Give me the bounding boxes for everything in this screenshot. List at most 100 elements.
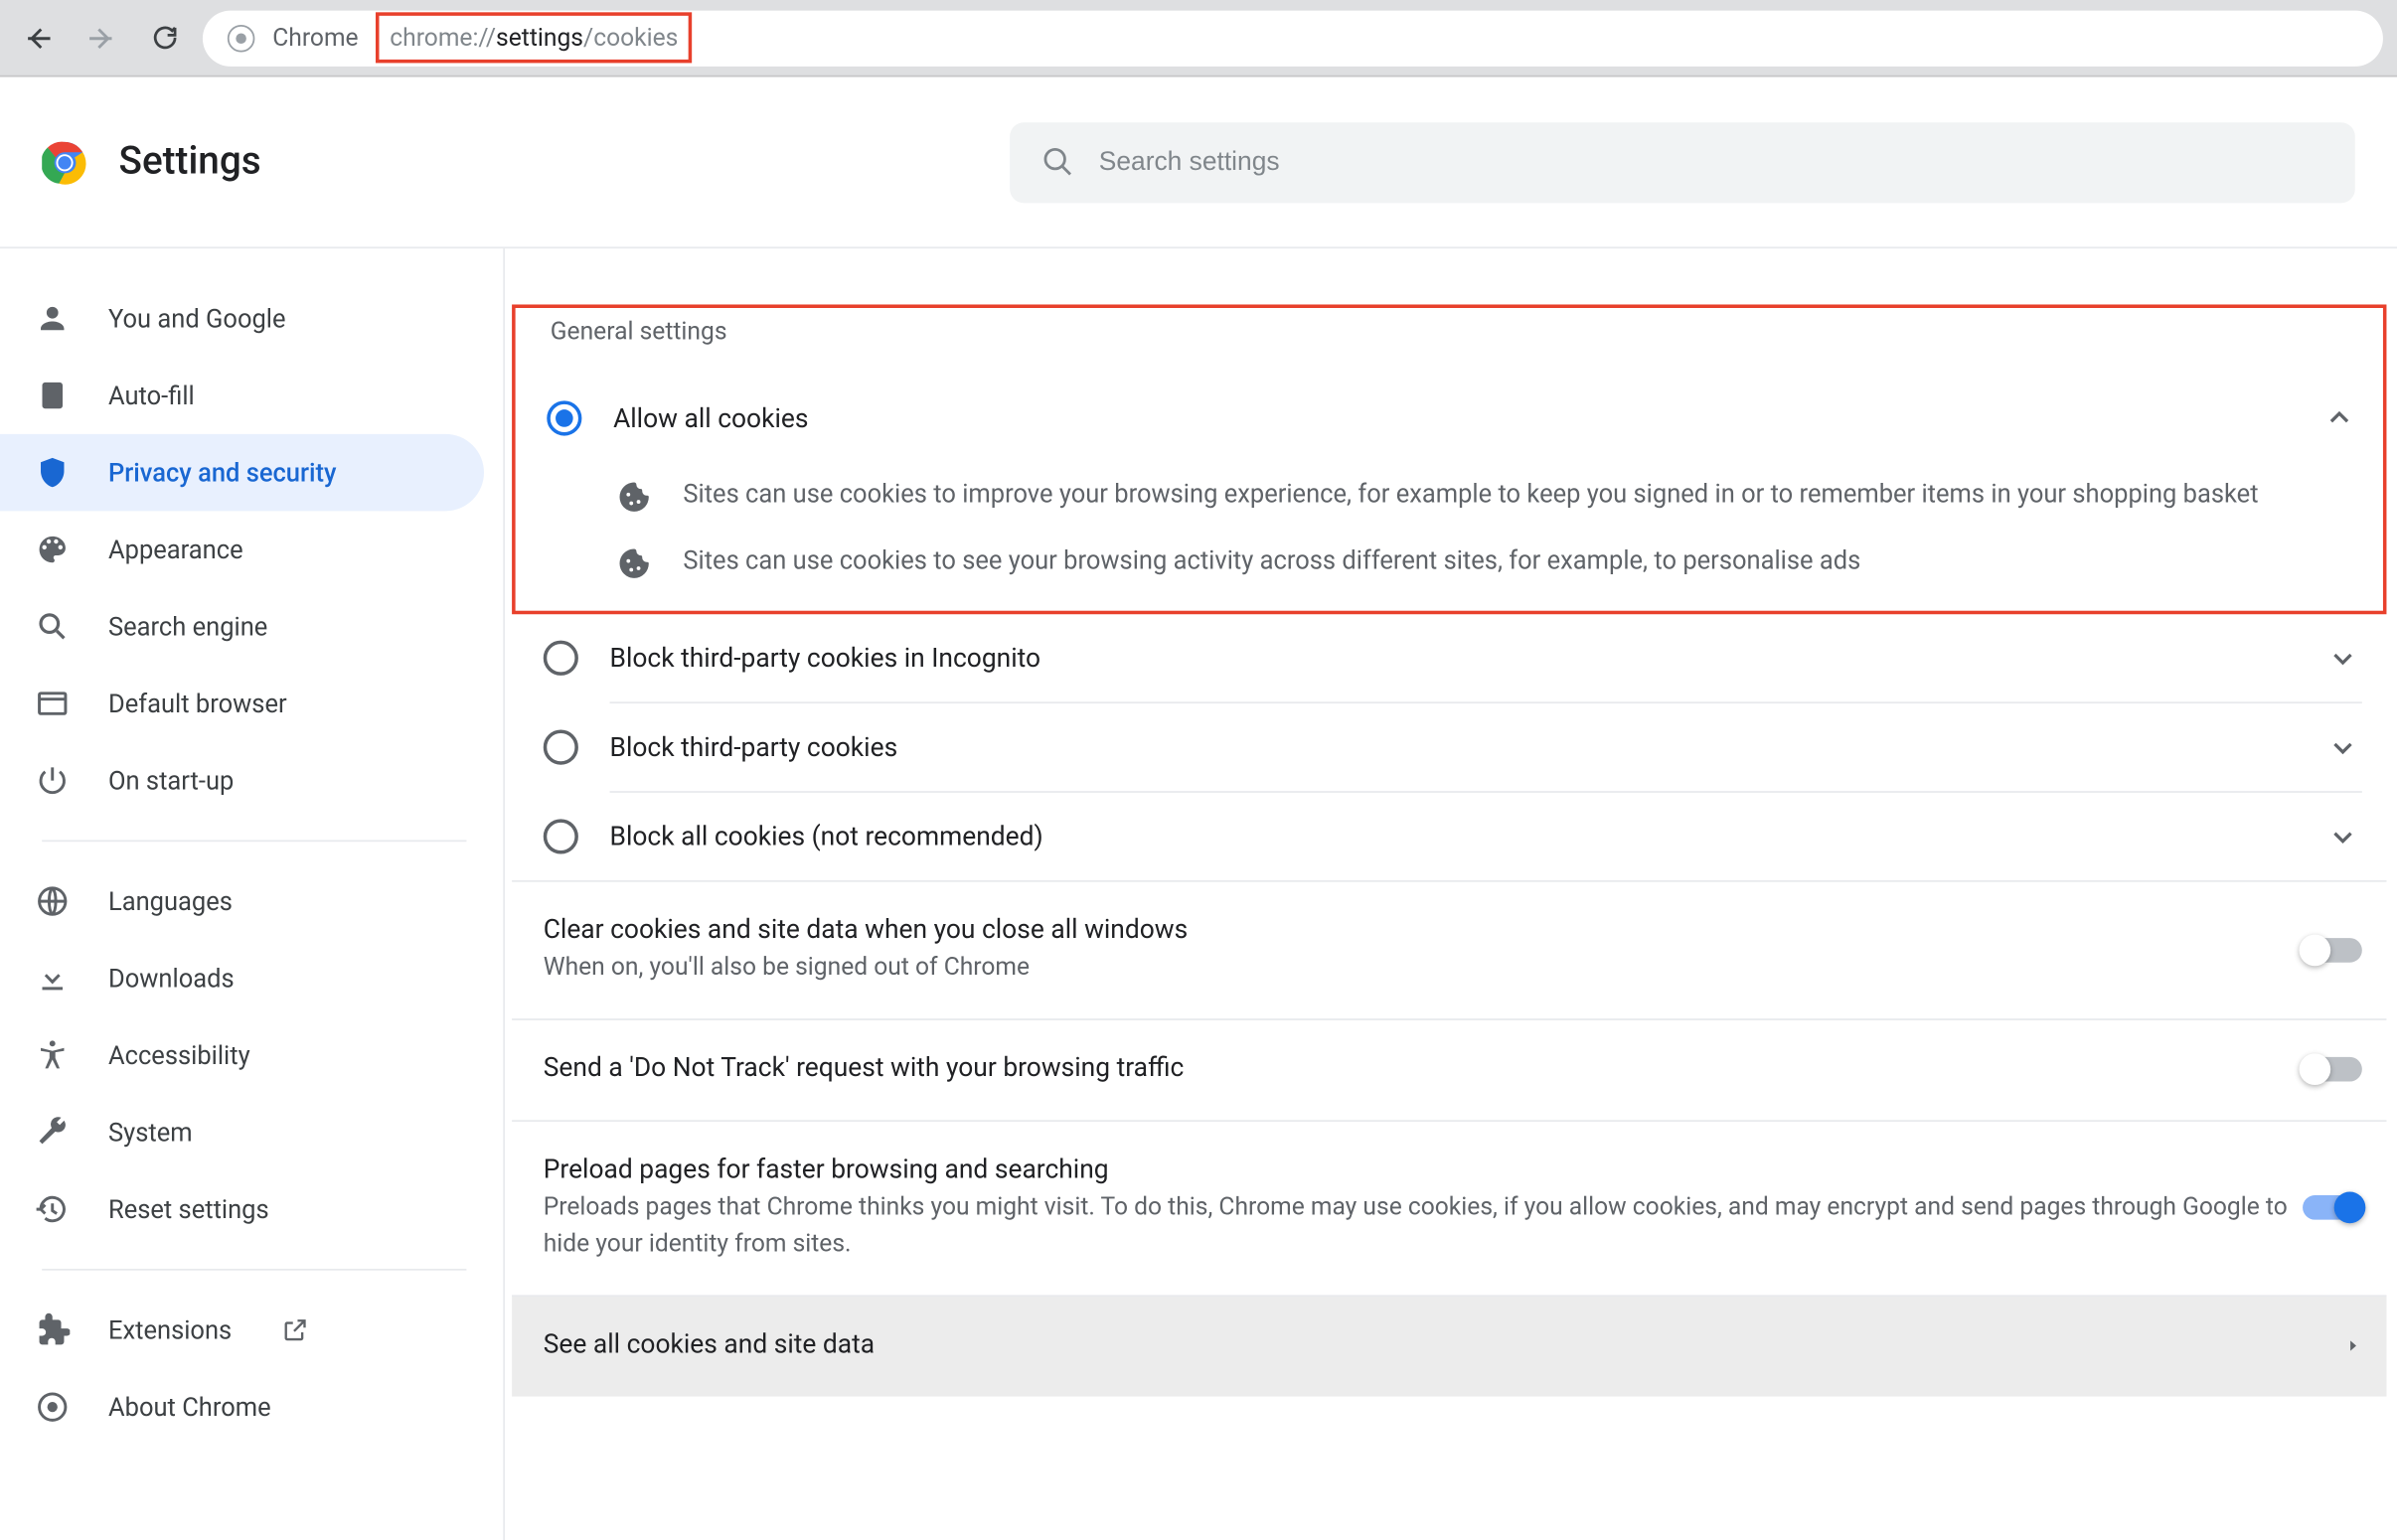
page-header: Settings — [0, 77, 2397, 249]
sidebar-item-label: Auto-fill — [108, 381, 195, 410]
toggle-sub: When on, you'll also be signed out of Ch… — [544, 950, 2303, 987]
option-block-3p-incognito[interactable]: Block third-party cookies in Incognito — [512, 614, 2386, 701]
switch-off[interactable] — [2303, 1058, 2362, 1083]
sidebar-item-privacy-security[interactable]: Privacy and security — [0, 434, 484, 512]
search-settings[interactable] — [1010, 121, 2355, 202]
toggle-clear-on-close[interactable]: Clear cookies and site data when you clo… — [512, 880, 2386, 1018]
option-block-all[interactable]: Block all cookies (not recommended) — [512, 793, 2386, 880]
search-input[interactable] — [1099, 147, 2323, 177]
toggle-do-not-track[interactable]: Send a 'Do Not Track' request with your … — [512, 1018, 2386, 1120]
option-allow-all-cookies[interactable]: Allow all cookies — [516, 375, 2383, 462]
toggle-preload[interactable]: Preload pages for faster browsing and se… — [512, 1120, 2386, 1295]
sidebar-item-default-browser[interactable]: Default browser — [0, 665, 484, 742]
wrench-icon — [35, 1115, 70, 1150]
shield-icon — [35, 455, 70, 490]
sidebar-item-label: Extensions — [108, 1315, 232, 1345]
option-label: Block third-party cookies — [610, 731, 2324, 763]
forward-button[interactable] — [77, 13, 125, 62]
toggle-sub: Preloads pages that Chrome thinks you mi… — [544, 1190, 2303, 1264]
sidebar-item-label: Privacy and security — [108, 458, 336, 488]
address-url: chrome://settings/cookies — [390, 25, 678, 53]
extension-icon — [35, 1312, 70, 1347]
section-heading: General settings — [551, 308, 2383, 347]
chrome-logo-icon — [42, 139, 87, 185]
radio[interactable] — [544, 819, 578, 853]
chrome-icon — [228, 24, 255, 52]
sidebar-item-downloads[interactable]: Downloads — [0, 940, 484, 1017]
chrome-icon — [35, 1390, 70, 1425]
toggle-title: Clear cookies and site data when you clo… — [544, 913, 2303, 945]
radio[interactable] — [544, 641, 578, 676]
sidebar-item-languages[interactable]: Languages — [0, 862, 484, 940]
link-see-all-cookies[interactable]: See all cookies and site data — [512, 1295, 2386, 1396]
sidebar-item-label: On start-up — [108, 766, 234, 796]
sidebar-item-label: Default browser — [108, 689, 287, 718]
description-text: Sites can use cookies to see your browsi… — [683, 543, 2347, 583]
description-row: Sites can use cookies to see your browsi… — [516, 530, 2383, 611]
toggle-title: Send a 'Do Not Track' request with your … — [544, 1051, 2303, 1083]
chevron-right-icon — [2344, 1334, 2362, 1359]
toggle-title: Preload pages for faster browsing and se… — [544, 1154, 2303, 1185]
description-text: Sites can use cookies to improve your br… — [683, 476, 2347, 516]
cookie-icon — [617, 546, 652, 581]
sidebar-item-startup[interactable]: On start-up — [0, 742, 484, 820]
address-bar[interactable]: Chrome chrome://settings/cookies — [203, 10, 2383, 66]
option-label: Allow all cookies — [613, 402, 2320, 434]
globe-icon — [35, 883, 70, 918]
radio[interactable] — [544, 729, 578, 764]
sidebar-item-reset[interactable]: Reset settings — [0, 1170, 484, 1248]
option-block-3p[interactable]: Block third-party cookies — [512, 703, 2386, 791]
sidebar-item-label: About Chrome — [108, 1392, 271, 1422]
download-icon — [35, 961, 70, 996]
reload-icon — [149, 23, 179, 53]
sidebar-item-you-and-google[interactable]: You and Google — [0, 280, 484, 358]
reload-button[interactable] — [140, 13, 189, 62]
back-button[interactable] — [14, 13, 63, 62]
page-title: Settings — [119, 140, 261, 184]
chevron-up-icon[interactable] — [2320, 399, 2359, 438]
accessibility-icon — [35, 1037, 70, 1072]
sidebar-item-extensions[interactable]: Extensions — [0, 1292, 484, 1369]
chevron-down-icon[interactable] — [2323, 817, 2362, 855]
sidebar-item-label: Downloads — [108, 964, 235, 994]
divider — [42, 1269, 466, 1271]
option-label: Block all cookies (not recommended) — [610, 821, 2324, 852]
clipboard-icon — [35, 378, 70, 412]
arrow-right-icon — [85, 22, 117, 54]
power-icon — [35, 763, 70, 798]
sidebar-item-label: Accessibility — [108, 1040, 250, 1070]
search-icon — [35, 609, 70, 644]
description-row: Sites can use cookies to improve your br… — [516, 462, 2383, 530]
sidebar-item-label: System — [108, 1118, 193, 1148]
browser-toolbar: Chrome chrome://settings/cookies — [0, 0, 2397, 77]
option-label: Block third-party cookies in Incognito — [610, 642, 2324, 674]
chevron-down-icon[interactable] — [2323, 639, 2362, 678]
url-highlight-box: chrome://settings/cookies — [376, 12, 692, 63]
body: You and Google Auto-fill Privacy and sec… — [0, 248, 2397, 1540]
switch-off[interactable] — [2303, 938, 2362, 963]
highlighted-section: General settings Allow all cookies Sites… — [512, 304, 2386, 614]
sidebar: You and Google Auto-fill Privacy and sec… — [0, 248, 503, 1540]
logo-title: Settings — [42, 139, 260, 185]
divider — [42, 840, 466, 842]
sidebar-item-appearance[interactable]: Appearance — [0, 511, 484, 588]
chevron-down-icon[interactable] — [2323, 728, 2362, 767]
sidebar-item-label: Languages — [108, 886, 233, 916]
switch-on[interactable] — [2303, 1196, 2362, 1221]
sidebar-item-search-engine[interactable]: Search engine — [0, 588, 484, 666]
sidebar-item-system[interactable]: System — [0, 1094, 484, 1171]
browser-icon — [35, 686, 70, 720]
person-icon — [35, 301, 70, 336]
sidebar-item-label: Appearance — [108, 535, 243, 564]
sidebar-item-accessibility[interactable]: Accessibility — [0, 1016, 484, 1094]
main-content: General settings Allow all cookies Sites… — [503, 248, 2397, 1540]
sidebar-item-about[interactable]: About Chrome — [0, 1368, 484, 1446]
sidebar-item-label: You and Google — [108, 304, 286, 334]
sidebar-item-label: Reset settings — [108, 1194, 269, 1224]
arrow-left-icon — [23, 22, 55, 54]
sidebar-item-autofill[interactable]: Auto-fill — [0, 357, 484, 434]
cookie-icon — [617, 480, 652, 515]
palette-icon — [35, 532, 70, 566]
radio-selected[interactable] — [547, 400, 581, 435]
open-external-icon — [280, 1316, 308, 1344]
